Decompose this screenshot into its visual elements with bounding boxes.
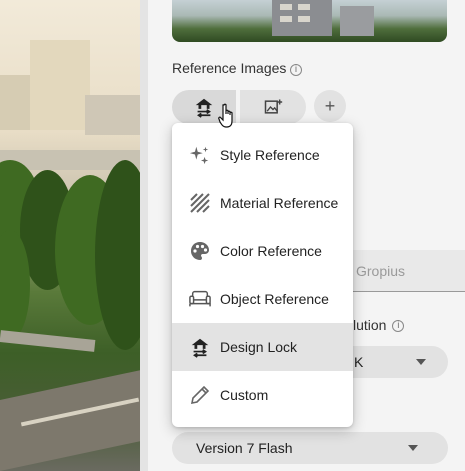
sofa-icon — [189, 288, 211, 310]
chevron-down-icon — [416, 359, 426, 365]
menu-item-style-reference[interactable]: Style Reference — [172, 131, 353, 179]
house-swap-icon — [189, 336, 211, 358]
info-icon[interactable]: i — [290, 64, 302, 76]
menu-item-label: Object Reference — [220, 291, 329, 307]
menu-item-label: Design Lock — [220, 339, 298, 355]
resolution-info-icon[interactable]: i — [392, 320, 405, 332]
hand-cursor-icon — [218, 103, 233, 128]
resolution-label-text: lution — [353, 317, 387, 333]
reference-images-label: Reference Images — [172, 60, 287, 76]
menu-item-design-lock[interactable]: Design Lock — [172, 323, 353, 371]
model-version-select[interactable]: Version 7 Flash — [172, 432, 448, 464]
menu-item-object-reference[interactable]: Object Reference — [172, 275, 353, 323]
add-photo-icon — [264, 99, 283, 114]
reference-type-menu: Style Reference Material Reference Color… — [172, 123, 353, 427]
menu-item-label: Style Reference — [220, 147, 320, 163]
model-version-value: Version 7 Flash — [196, 440, 293, 456]
resolution-label: lution i — [353, 317, 405, 334]
menu-item-label: Custom — [220, 387, 269, 403]
render-thumbnail[interactable] — [172, 0, 447, 42]
resolution-select[interactable]: K — [348, 346, 448, 378]
menu-item-label: Material Reference — [220, 195, 339, 211]
menu-item-custom[interactable]: Custom — [172, 371, 353, 419]
style-text-field[interactable]: Gropius — [348, 250, 465, 292]
render-preview-image — [0, 0, 140, 471]
palette-icon — [189, 240, 211, 262]
menu-item-material-reference[interactable]: Material Reference — [172, 179, 353, 227]
resolution-value: K — [354, 354, 364, 370]
panel-divider — [140, 0, 148, 471]
add-image-reference-button[interactable] — [240, 90, 306, 124]
chevron-down-icon — [408, 445, 418, 451]
menu-item-color-reference[interactable]: Color Reference — [172, 227, 353, 275]
house-swap-icon — [195, 98, 213, 118]
menu-item-label: Color Reference — [220, 243, 322, 259]
hatch-texture-icon — [189, 192, 211, 214]
add-reference-button[interactable]: + — [314, 90, 346, 122]
pencil-icon — [189, 384, 211, 406]
sparkles-icon — [189, 144, 211, 166]
